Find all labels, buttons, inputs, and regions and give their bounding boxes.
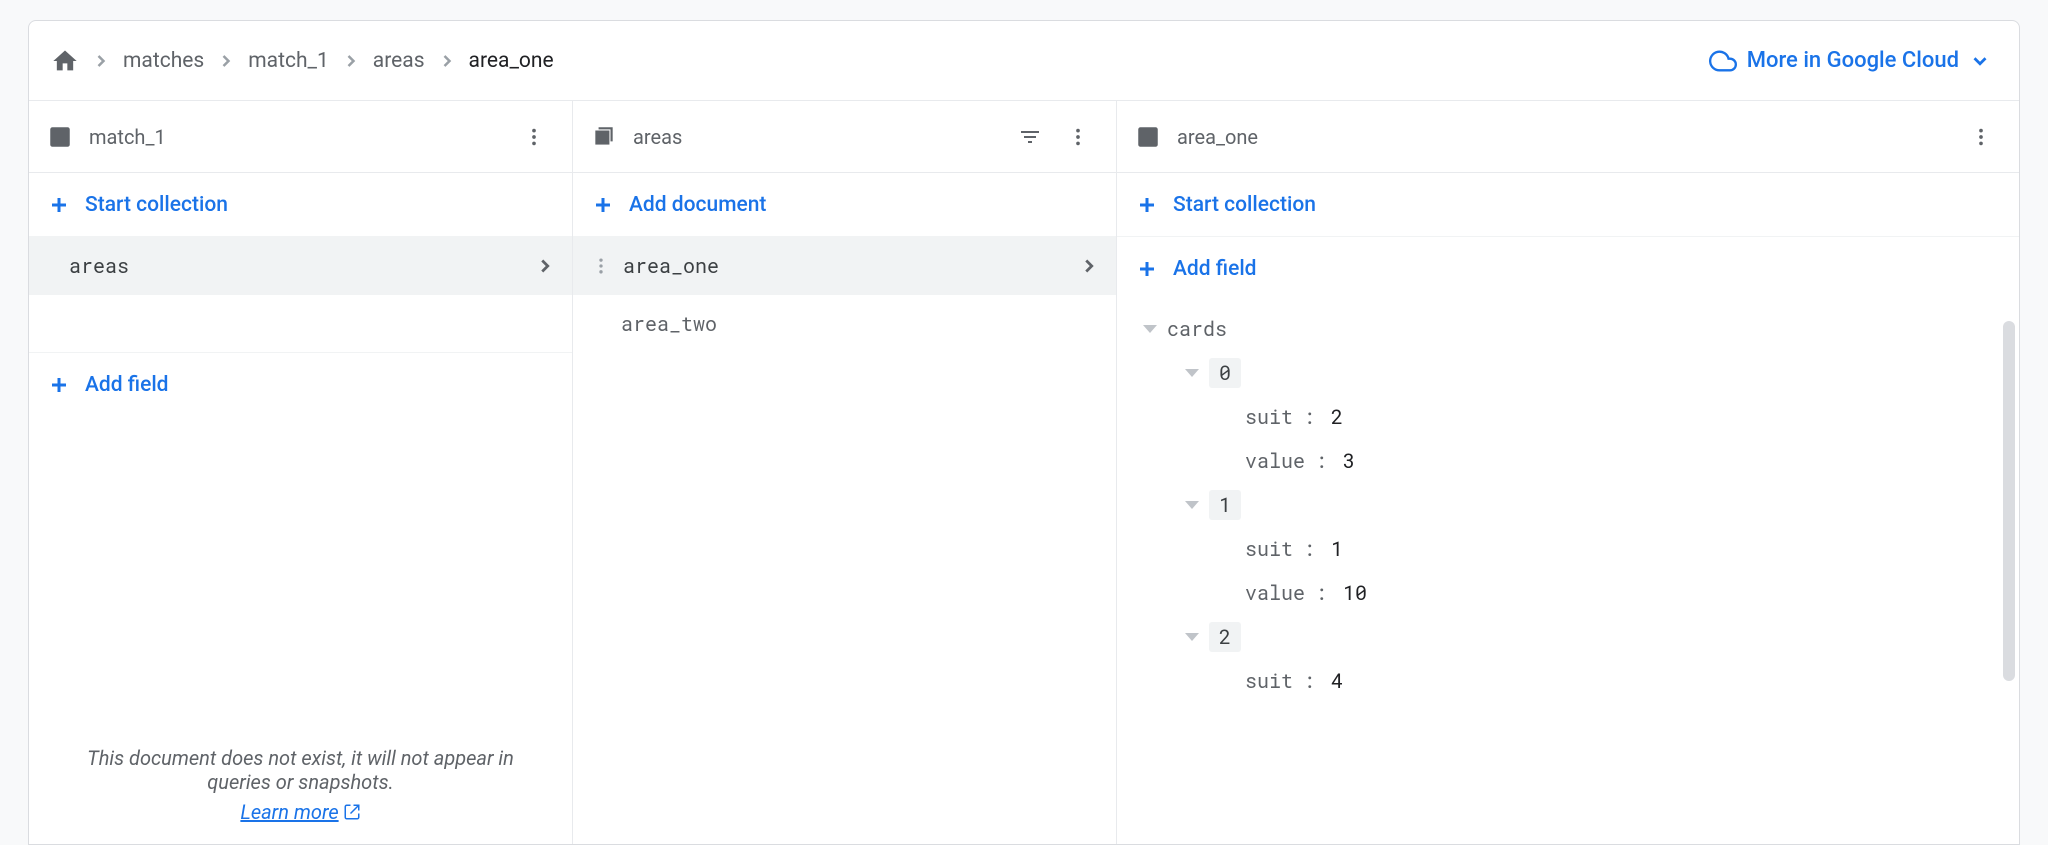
array-index-badge: 0 bbox=[1209, 358, 1241, 388]
column-title: area_one bbox=[1177, 125, 1258, 149]
document-item-label: area_one bbox=[623, 253, 719, 279]
document-item-label: area_two bbox=[621, 311, 717, 337]
field-key: suit bbox=[1245, 404, 1293, 430]
start-collection-button[interactable]: Start collection bbox=[1117, 173, 2019, 237]
field-value: 4 bbox=[1331, 668, 1343, 694]
add-document-button[interactable]: Add document bbox=[573, 173, 1116, 237]
breadcrumb-item[interactable]: match_1 bbox=[248, 49, 329, 73]
plus-icon bbox=[47, 373, 71, 397]
column-title: match_1 bbox=[89, 125, 166, 149]
document-icon bbox=[1135, 124, 1161, 150]
document-item[interactable]: area_one bbox=[573, 237, 1116, 295]
tree-node-field[interactable]: value: 3 bbox=[1117, 439, 2019, 483]
breadcrumb-item[interactable]: areas bbox=[373, 49, 425, 73]
field-value: 3 bbox=[1343, 448, 1355, 474]
plus-icon bbox=[47, 193, 71, 217]
column-title: areas bbox=[633, 125, 682, 149]
learn-more-link[interactable]: Learn more bbox=[240, 800, 360, 824]
breadcrumb-item-current: area_one bbox=[469, 49, 554, 73]
start-collection-label: Start collection bbox=[85, 193, 228, 217]
tree-node-array[interactable]: cards bbox=[1117, 307, 2019, 351]
start-collection-label: Start collection bbox=[1173, 193, 1316, 217]
topbar: matches match_1 areas area_one More in G… bbox=[29, 21, 2019, 101]
plus-icon bbox=[1135, 257, 1159, 281]
add-document-label: Add document bbox=[629, 193, 766, 217]
tree-node-index[interactable]: 1 bbox=[1117, 483, 2019, 527]
expand-toggle-icon[interactable] bbox=[1143, 325, 1157, 333]
overflow-menu-button[interactable] bbox=[514, 117, 554, 157]
field-key: value bbox=[1245, 448, 1305, 474]
array-index-badge: 1 bbox=[1209, 490, 1241, 520]
column-document: match_1 Start collection areas bbox=[29, 101, 573, 844]
field-key: suit bbox=[1245, 536, 1293, 562]
collection-item-label: areas bbox=[69, 253, 129, 279]
columns: match_1 Start collection areas bbox=[29, 101, 2019, 844]
filter-button[interactable] bbox=[1010, 117, 1050, 157]
tree-node-field[interactable]: suit: 1 bbox=[1117, 527, 2019, 571]
breadcrumb-item[interactable]: matches bbox=[123, 49, 204, 73]
column-header: area_one bbox=[1117, 101, 2019, 173]
field-name: cards bbox=[1167, 316, 1227, 342]
chevron-down-icon bbox=[1969, 50, 1991, 72]
document-icon bbox=[47, 124, 73, 150]
array-index-badge: 2 bbox=[1209, 622, 1241, 652]
document-notice-text: This document does not exist, it will no… bbox=[53, 746, 548, 794]
tree-node-index[interactable]: 0 bbox=[1117, 351, 2019, 395]
scrollbar[interactable] bbox=[2003, 321, 2015, 681]
field-key: suit bbox=[1245, 668, 1293, 694]
spacer bbox=[29, 295, 572, 353]
document-item[interactable]: area_two bbox=[573, 295, 1116, 353]
document-notice: This document does not exist, it will no… bbox=[29, 746, 572, 844]
more-in-cloud-label: More in Google Cloud bbox=[1747, 48, 1959, 73]
add-field-label: Add field bbox=[1173, 257, 1257, 281]
overflow-menu-button[interactable] bbox=[1961, 117, 2001, 157]
chevron-right-icon bbox=[437, 51, 457, 71]
expand-toggle-icon[interactable] bbox=[1185, 501, 1199, 509]
start-collection-button[interactable]: Start collection bbox=[29, 173, 572, 237]
field-value: 2 bbox=[1331, 404, 1343, 430]
open-external-icon bbox=[343, 803, 361, 821]
chevron-right-icon bbox=[216, 51, 236, 71]
chevron-right-icon bbox=[1078, 255, 1100, 277]
plus-icon bbox=[591, 193, 615, 217]
column-collection: areas Add document area_one bbox=[573, 101, 1117, 844]
field-tree: cards 0 suit: 2 value: 3 1 bbox=[1117, 301, 2019, 703]
data-viewer-panel: matches match_1 areas area_one More in G… bbox=[28, 20, 2020, 845]
chevron-right-icon bbox=[534, 255, 556, 277]
plus-icon bbox=[1135, 193, 1159, 217]
add-field-label: Add field bbox=[85, 373, 169, 397]
overflow-small-icon[interactable] bbox=[591, 256, 611, 276]
home-icon[interactable] bbox=[51, 47, 79, 75]
breadcrumb: matches match_1 areas area_one bbox=[51, 47, 554, 75]
add-field-button[interactable]: Add field bbox=[1117, 237, 2019, 301]
expand-toggle-icon[interactable] bbox=[1185, 369, 1199, 377]
tree-node-field[interactable]: suit: 4 bbox=[1117, 659, 2019, 703]
collection-item[interactable]: areas bbox=[29, 237, 572, 295]
learn-more-label: Learn more bbox=[240, 800, 338, 824]
column-header: match_1 bbox=[29, 101, 572, 173]
expand-toggle-icon[interactable] bbox=[1185, 633, 1199, 641]
field-key: value bbox=[1245, 580, 1305, 606]
field-value: 10 bbox=[1343, 580, 1367, 606]
more-in-cloud-button[interactable]: More in Google Cloud bbox=[1709, 47, 1991, 75]
field-value: 1 bbox=[1331, 536, 1343, 562]
chevron-right-icon bbox=[91, 51, 111, 71]
tree-node-field[interactable]: value: 10 bbox=[1117, 571, 2019, 615]
chevron-right-icon bbox=[341, 51, 361, 71]
tree-node-field[interactable]: suit: 2 bbox=[1117, 395, 2019, 439]
tree-node-index[interactable]: 2 bbox=[1117, 615, 2019, 659]
column-document-detail: area_one Start collection Add field bbox=[1117, 101, 2019, 844]
column-header: areas bbox=[573, 101, 1116, 173]
add-field-button[interactable]: Add field bbox=[29, 353, 572, 417]
collection-icon bbox=[591, 124, 617, 150]
overflow-menu-button[interactable] bbox=[1058, 117, 1098, 157]
